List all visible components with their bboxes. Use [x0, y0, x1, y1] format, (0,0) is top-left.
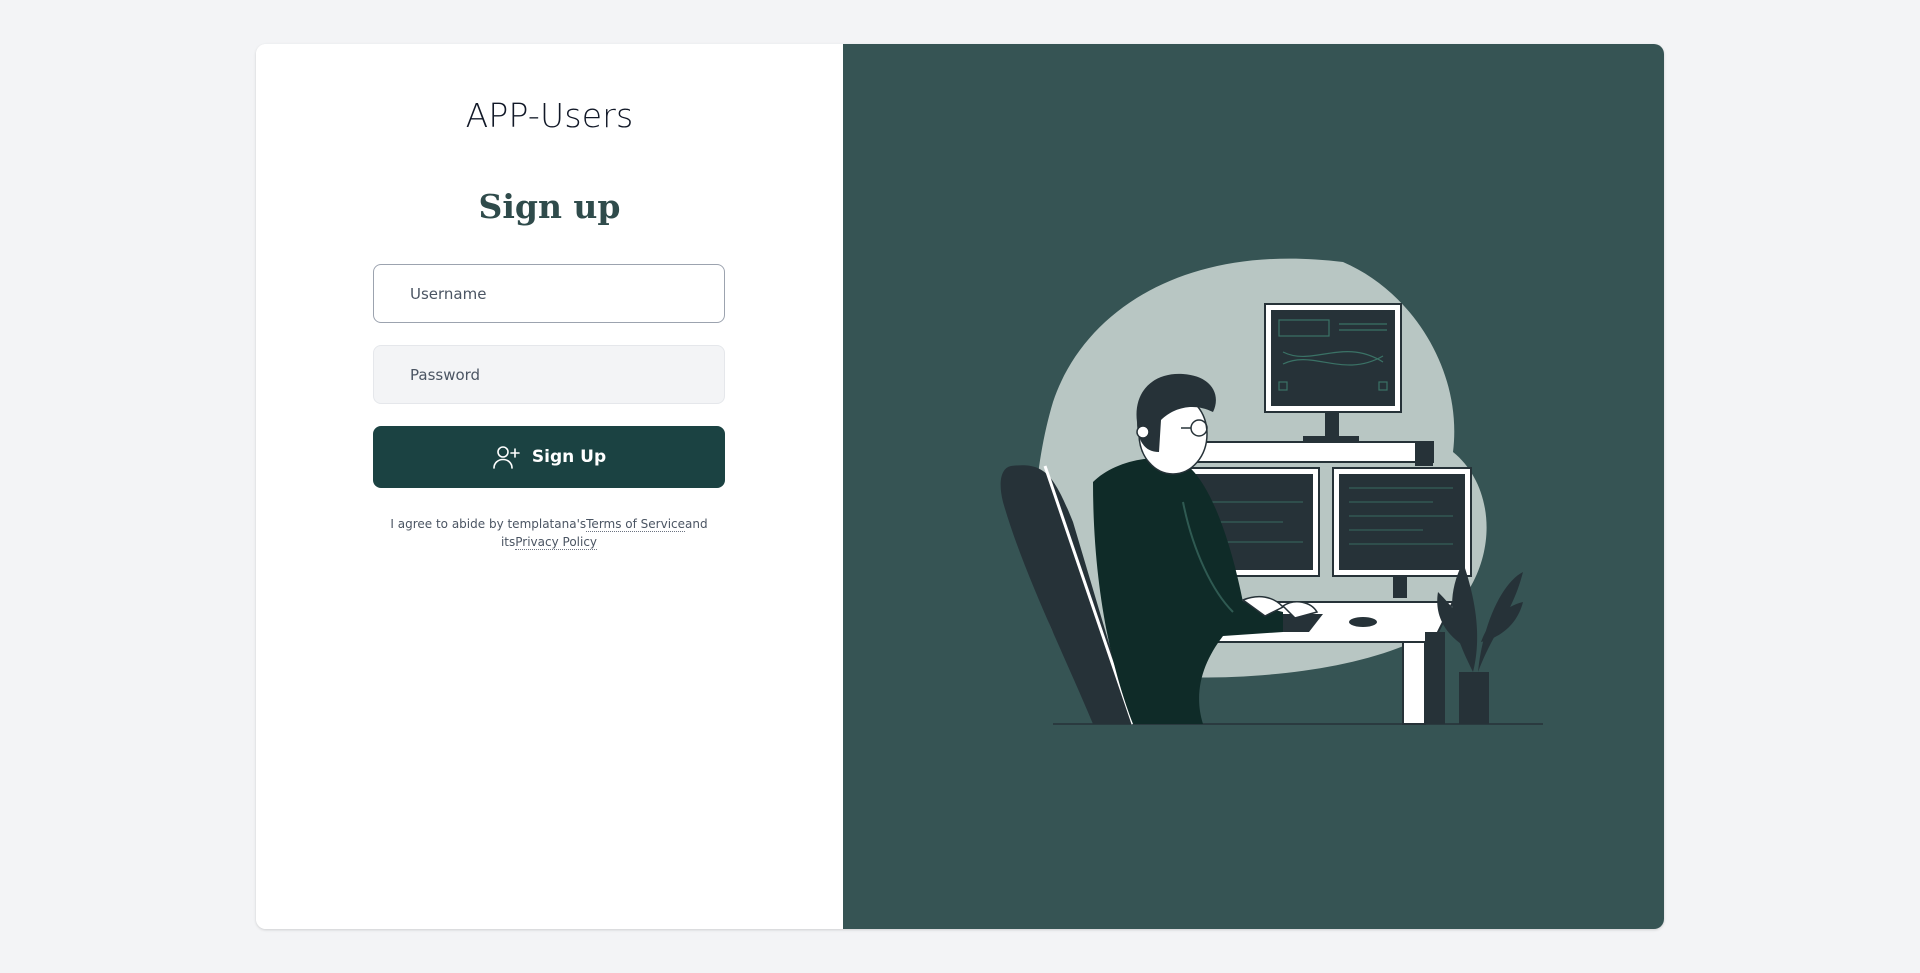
sign-up-button[interactable]: Sign Up [373, 426, 725, 488]
terms-prefix: I agree to abide by templatana's [390, 517, 587, 531]
illustration-panel [843, 44, 1664, 929]
username-input[interactable] [373, 264, 725, 323]
password-input[interactable] [373, 345, 725, 404]
developer-workstation-illustration [1000, 258, 1543, 725]
signup-form-panel: APP-Users Sign up Sign Up I agree to abi… [256, 44, 843, 929]
sign-up-button-label: Sign Up [531, 447, 607, 467]
privacy-policy-link[interactable]: Privacy Policy [515, 535, 598, 550]
signup-card: APP-Users Sign up Sign Up I agree to abi… [256, 44, 1664, 929]
terms-text: I agree to abide by templatana'sTerms of… [373, 515, 725, 551]
monitor-shelf [1182, 441, 1434, 463]
app-title: APP-Users [465, 96, 634, 135]
user-plus-icon [492, 444, 520, 470]
plant-pot [1459, 672, 1489, 724]
terms-of-service-link[interactable]: Terms of Service [586, 517, 686, 532]
signup-heading: Sign up [478, 187, 621, 226]
